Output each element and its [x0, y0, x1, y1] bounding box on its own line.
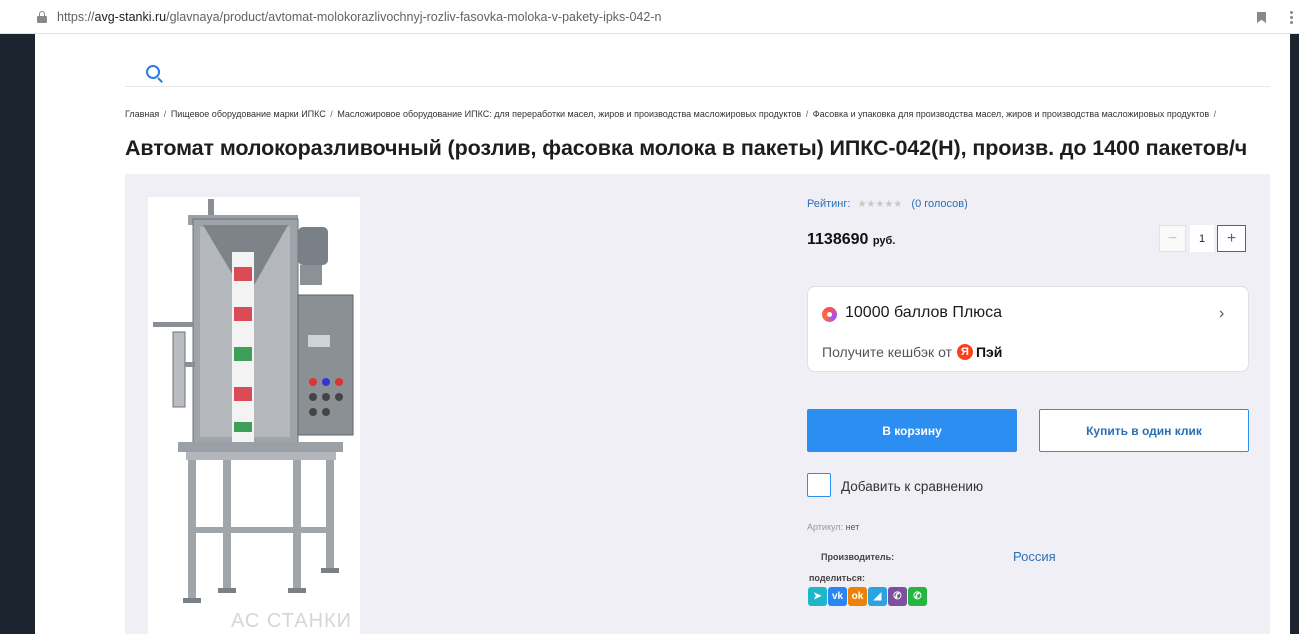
price-value: 1138690: [807, 231, 869, 248]
quantity-decrease-button[interactable]: −: [1159, 225, 1186, 252]
breadcrumb-item[interactable]: Главная: [125, 109, 159, 119]
breadcrumb-item[interactable]: Фасовка и упаковка для производства масе…: [813, 109, 1209, 119]
breadcrumb-item[interactable]: Масложировое оборудование ИПКС: для пере…: [337, 109, 801, 119]
search-icon[interactable]: [146, 65, 163, 84]
manufacturer-label: Производитель:: [821, 552, 895, 562]
quantity-increase-button[interactable]: +: [1217, 225, 1246, 252]
page-title: Автомат молокоразливочный (розлив, фасов…: [125, 136, 1248, 160]
cashback-subtitle: Получите кешбэк от Я Пэй: [822, 344, 1002, 360]
share-buttons: ➤ vk ok ◢ ✆ ✆: [808, 587, 927, 606]
image-watermark: АС СТАНКИ: [231, 610, 353, 632]
more-menu-icon[interactable]: [1290, 11, 1293, 24]
plus-points-title: 10000 баллов Плюса: [845, 304, 1003, 321]
bookmark-icon[interactable]: [1257, 12, 1266, 23]
rating-votes: (0 голосов): [911, 198, 968, 210]
pay-label: Пэй: [975, 344, 1003, 360]
browser-address-bar[interactable]: https://avg-stanki.ru/glavnaya/product/a…: [0, 0, 1299, 34]
compare-checkbox[interactable]: [807, 473, 831, 497]
lock-icon: [37, 10, 47, 23]
chevron-right-icon[interactable]: ›: [1219, 305, 1224, 323]
milk-machine-illustration: [153, 199, 354, 603]
quantity-input[interactable]: 1: [1190, 225, 1214, 252]
plus-points-icon: [822, 307, 837, 322]
header-divider: [125, 86, 1270, 87]
share-vk-icon[interactable]: vk: [828, 587, 847, 606]
product-image[interactable]: АС СТАНКИ: [148, 197, 360, 634]
breadcrumb: Главная / Пищевое оборудование марки ИПК…: [125, 109, 1270, 119]
rating-label: Рейтинг:: [807, 198, 851, 210]
share-viber-icon[interactable]: ✆: [888, 587, 907, 606]
buy-one-click-button[interactable]: Купить в один клик: [1039, 409, 1249, 452]
plus-cashback-card[interactable]: 10000 баллов Плюса › Получите кешбэк от …: [807, 286, 1249, 372]
rating: Рейтинг: ★★★★★ (0 голосов): [807, 198, 968, 210]
left-dark-strip: [0, 34, 35, 634]
sku-label: Артикул:: [807, 522, 844, 532]
compare-label[interactable]: Добавить к сравнению: [841, 479, 983, 494]
breadcrumb-separator: /: [805, 109, 809, 119]
share-ok-icon[interactable]: ok: [848, 587, 867, 606]
breadcrumb-separator: /: [1213, 109, 1217, 119]
yandex-pay-icon: Я: [956, 344, 973, 360]
breadcrumb-item[interactable]: Пищевое оборудование марки ИПКС: [171, 109, 326, 119]
breadcrumb-separator: /: [330, 109, 333, 119]
right-dark-strip: [1290, 34, 1299, 634]
share-whatsapp-icon[interactable]: ✆: [908, 587, 927, 606]
share-telegram2-icon[interactable]: ◢: [868, 587, 887, 606]
manufacturer-value[interactable]: Россия: [1013, 549, 1056, 564]
add-to-cart-button[interactable]: В корзину: [807, 409, 1017, 452]
cashback-text: Получите кешбэк от: [822, 344, 952, 360]
price-currency: руб.: [872, 235, 896, 247]
breadcrumb-separator: /: [163, 109, 167, 119]
sku: Артикул: нет: [807, 522, 859, 532]
sku-value: нет: [845, 522, 860, 532]
product-price: 1138690 руб.: [807, 231, 895, 249]
url-text[interactable]: https://avg-stanki.ru/glavnaya/product/a…: [57, 10, 661, 24]
share-label: поделиться:: [809, 573, 865, 583]
rating-stars-icon[interactable]: ★★★★★: [858, 199, 903, 210]
share-telegram-icon[interactable]: ➤: [808, 587, 827, 606]
